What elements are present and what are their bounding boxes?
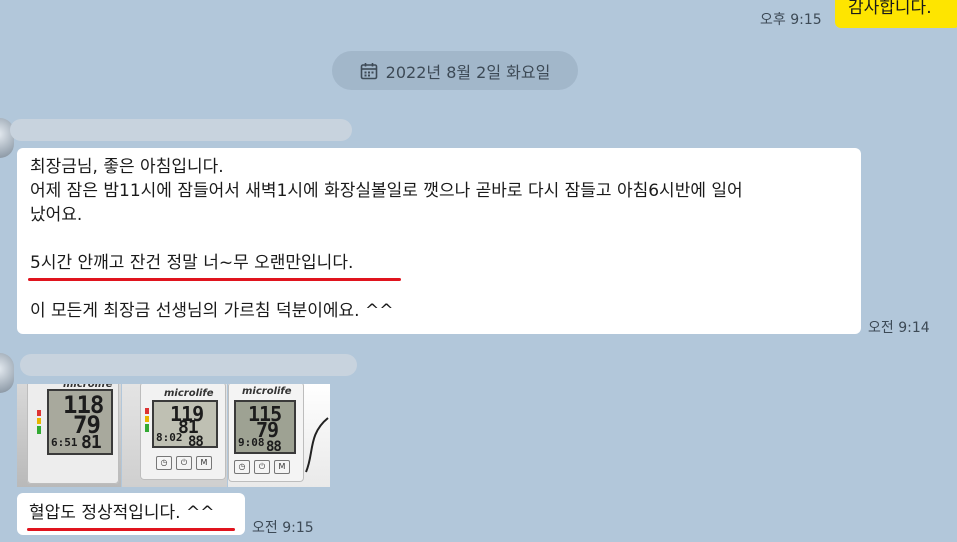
avatar[interactable] (0, 353, 14, 393)
sent-message-bubble[interactable]: 감사합니다. (835, 0, 957, 28)
message-line: 어제 잠은 밤11시에 잠들어서 새벽1시에 화장실볼일로 깻으나 곧바로 다시… (30, 181, 743, 201)
bp-monitor: microlife 119 81 8:02 88 ◷ ⏻ M (140, 384, 226, 480)
photo-thumbnail[interactable]: microlife 115 79 9:08 88 ◷ ⏻ M (228, 384, 330, 487)
device-buttons: ◷ ⏻ M (156, 456, 212, 470)
lcd-display: 118 79 6:51 81 (47, 389, 113, 455)
message-line: 이 모든게 최장금 선생님의 가르침 덕분이에요. ^^ (30, 301, 394, 321)
red-underline (28, 278, 401, 281)
photo-thumbnail[interactable]: microlife 119 81 8:02 88 ◷ ⏻ M (122, 384, 227, 487)
message-bubble[interactable]: 혈압도 정상적입니다. ^^ (17, 493, 245, 535)
sender-name (10, 119, 352, 141)
message-bubble[interactable]: 최장금님, 좋은 아침입니다. 어제 잠은 밤11시에 잠들어서 새벽1시에 화… (17, 148, 861, 334)
photo-thumbnail[interactable]: microlife 118 79 6:51 81 (17, 384, 121, 487)
brand-label: microlife (242, 386, 292, 397)
red-underline (27, 528, 235, 531)
message-line: 났어요. (30, 205, 83, 225)
pulse-reading: 81 (81, 432, 102, 453)
message-time: 오전 9:15 (252, 520, 314, 536)
status-led (145, 424, 149, 432)
date-divider-text: 2022년 8월 2일 화요일 (385, 62, 551, 82)
clock-reading: 6:51 (51, 436, 78, 449)
status-led (37, 426, 41, 434)
status-led (145, 416, 149, 422)
status-led (37, 418, 41, 424)
clock-reading: 9:08 (238, 436, 265, 449)
clock-reading: 8:02 (156, 431, 183, 444)
sent-message-time: 오후 9:15 (760, 12, 822, 28)
clock-icon: ◷ (156, 456, 172, 470)
message-line: 최장금님, 좋은 아침입니다. (30, 157, 224, 177)
cable (305, 417, 329, 473)
message-time: 오전 9:14 (868, 320, 930, 336)
sender-name (20, 354, 357, 376)
brand-label: microlife (164, 388, 214, 399)
memory-icon: M (196, 456, 212, 470)
lcd-display: 115 79 9:08 88 (234, 400, 296, 455)
power-icon: ⏻ (176, 456, 192, 470)
pulse-reading: 88 (266, 439, 282, 455)
memory-icon: M (274, 460, 290, 474)
message-line-highlight: 혈압도 정상적입니다. ^^ (29, 503, 215, 523)
clock-icon: ◷ (234, 460, 250, 474)
bp-monitor: microlife 118 79 6:51 81 (27, 384, 119, 484)
date-divider: 2022년 8월 2일 화요일 (332, 51, 578, 90)
lcd-display: 119 81 8:02 88 (152, 400, 218, 450)
bp-monitor: microlife 115 79 9:08 88 ◷ ⏻ M (228, 384, 304, 482)
status-led (37, 410, 41, 416)
calendar-icon (360, 62, 377, 79)
device-buttons: ◷ ⏻ M (234, 460, 290, 474)
message-line-highlight: 5시간 안깨고 잔건 정말 너~무 오랜만입니다. (30, 253, 354, 273)
power-icon: ⏻ (254, 460, 270, 474)
status-led (145, 408, 149, 414)
pulse-reading: 88 (188, 434, 204, 450)
